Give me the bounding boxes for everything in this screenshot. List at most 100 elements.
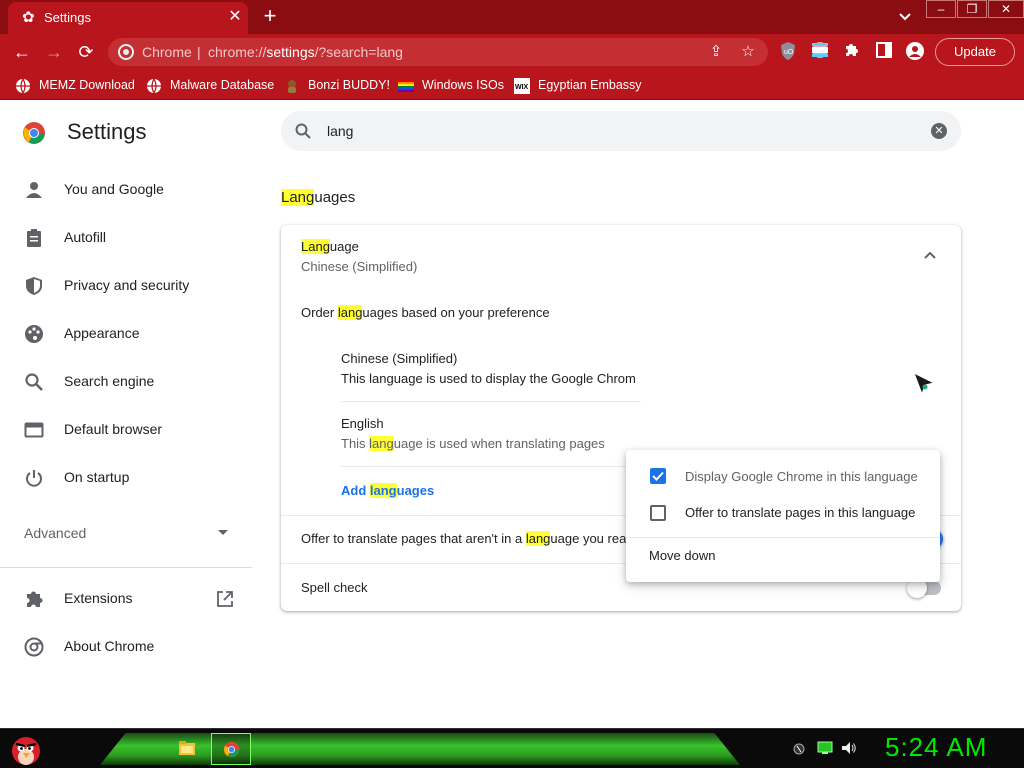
update-button[interactable]: Update xyxy=(935,38,1015,66)
tab-settings[interactable]: ✿ Settings ✕ xyxy=(8,2,248,34)
omnibox-site-label: Chrome xyxy=(142,44,192,60)
taskbar-clock[interactable]: 5:24 AM xyxy=(885,732,987,763)
omnibox-separator: | xyxy=(197,44,201,60)
display-language-checkbox[interactable] xyxy=(650,468,666,484)
offer-translate-checkbox[interactable] xyxy=(650,505,666,521)
section-title-languages: Languages xyxy=(281,189,356,206)
omnibox-url: chrome://settings/?search=lang xyxy=(208,44,403,60)
checkmark-icon xyxy=(652,471,664,481)
language-row-label: Language xyxy=(301,239,359,254)
title-bar: ✿ Settings ✕ + – ❐ ✕ xyxy=(0,0,1024,34)
globe-icon xyxy=(16,78,30,94)
sidebar-item-label: Autofill xyxy=(64,229,107,245)
share-icon[interactable]: ⇪ xyxy=(706,42,726,62)
bookmark-star-icon[interactable]: ☆ xyxy=(738,42,758,62)
sidebar-item-autofill[interactable]: Autofill xyxy=(24,224,254,252)
divider xyxy=(341,401,641,402)
display-language-label: Display Google Chrome in this language xyxy=(685,469,918,484)
sidebar-item-search-engine[interactable]: Search engine xyxy=(24,368,254,396)
sidebar-item-on-startup[interactable]: On startup xyxy=(24,464,254,492)
sidebar-item-extensions[interactable]: Extensions xyxy=(24,585,254,613)
sidebar-item-label: Appearance xyxy=(64,325,140,341)
taskbar-chrome-button[interactable] xyxy=(211,733,251,765)
bookmark-memz[interactable]: MEMZ Download xyxy=(15,77,135,95)
back-button[interactable]: ← xyxy=(10,40,34,64)
settings-page: Settings lang ✕ You and Google Autofill … xyxy=(0,101,1024,728)
search-icon xyxy=(295,123,311,139)
bookmarks-bar: MEMZ Download Malware Database Bonzi BUD… xyxy=(0,70,1024,100)
spell-check-label: Spell check xyxy=(301,580,368,595)
file-explorer-icon[interactable] xyxy=(178,739,196,757)
bookmark-bonzi-buddy[interactable]: Bonzi BUDDY! xyxy=(284,77,390,95)
chrome-icon xyxy=(223,741,240,758)
chevron-up-icon[interactable] xyxy=(924,251,936,259)
sidebar-item-about-chrome[interactable]: About Chrome xyxy=(24,633,254,661)
sidebar-item-you-and-google[interactable]: You and Google xyxy=(24,176,254,204)
sidebar-item-appearance[interactable]: Appearance xyxy=(24,320,254,348)
language-entry-name: English xyxy=(341,416,384,431)
address-bar[interactable]: Chrome | chrome://settings/?search=lang … xyxy=(108,38,768,66)
add-languages-button[interactable]: Add languages xyxy=(341,483,434,498)
tab-close-icon[interactable]: ✕ xyxy=(226,8,244,26)
restore-button[interactable]: ❐ xyxy=(957,0,987,18)
bookmark-windows-isos[interactable]: Windows ISOs xyxy=(398,77,504,95)
clear-search-icon[interactable]: ✕ xyxy=(931,123,947,139)
sidebar-advanced-label: Advanced xyxy=(24,525,87,541)
shield-icon xyxy=(26,277,42,295)
window-controls: – ❐ ✕ xyxy=(926,0,1024,18)
sidebar-item-privacy-and-security[interactable]: Privacy and security xyxy=(24,272,254,300)
forward-button[interactable]: → xyxy=(42,40,66,64)
offer-translate-label: Offer to translate pages in this languag… xyxy=(685,505,916,520)
network-icon[interactable] xyxy=(817,741,833,755)
sidebar-item-label: On startup xyxy=(64,469,130,485)
sidebar-advanced[interactable]: Advanced xyxy=(24,520,254,548)
angry-bird-start-icon[interactable] xyxy=(6,731,46,767)
sidebar-item-label: Extensions xyxy=(64,590,133,606)
caret-down-icon xyxy=(218,530,228,535)
language-options-menu: Display Google Chrome in this language O… xyxy=(626,450,940,582)
tab-search-button[interactable] xyxy=(893,6,917,26)
profile-avatar-icon[interactable] xyxy=(905,41,925,61)
clipboard-icon xyxy=(27,229,41,247)
sidebar-divider xyxy=(0,567,252,568)
settings-search-input[interactable]: lang ✕ xyxy=(281,111,961,151)
volume-icon[interactable] xyxy=(841,741,857,755)
chrome-icon xyxy=(24,637,44,657)
bookmark-malware-database[interactable]: Malware Database xyxy=(146,77,274,95)
tab-title: Settings xyxy=(44,10,91,25)
puzzle-icon xyxy=(27,591,43,607)
toolbar: ← → ⟳ Chrome | chrome://settings/?search… xyxy=(0,34,1024,70)
svg-text:uO: uO xyxy=(784,49,794,56)
current-language: Chinese (Simplified) xyxy=(301,259,418,274)
page-title: Settings xyxy=(67,119,147,144)
chrome-logo-icon xyxy=(23,122,45,144)
bookmark-egyptian-embassy[interactable]: WIX Egyptian Embassy xyxy=(514,77,642,95)
ublock-icon[interactable]: uO xyxy=(778,41,798,61)
minimize-button[interactable]: – xyxy=(926,0,956,18)
rainbow-flag-icon xyxy=(398,79,414,92)
sidebar-item-label: You and Google xyxy=(64,181,164,197)
language-entry-description: This language is used to display the Goo… xyxy=(341,371,636,386)
tray-indicator-icon[interactable] xyxy=(793,743,805,755)
bonzi-icon xyxy=(288,79,296,93)
search-input-value: lang xyxy=(327,123,354,139)
sidebar-item-label: Search engine xyxy=(64,373,155,389)
sidebar-item-label: Default browser xyxy=(64,421,163,437)
reload-button[interactable]: ⟳ xyxy=(74,40,98,64)
wix-icon: WIX xyxy=(514,77,530,94)
move-down-menu-item[interactable]: Move down xyxy=(649,548,715,563)
divider xyxy=(341,466,641,467)
spell-check-toggle[interactable] xyxy=(907,578,941,598)
puzzle-icon[interactable] xyxy=(842,41,862,61)
sidebar-item-default-browser[interactable]: Default browser xyxy=(24,416,254,444)
language-entry-name: Chinese (Simplified) xyxy=(341,351,458,366)
browser-icon xyxy=(24,422,44,438)
new-tab-button[interactable]: + xyxy=(258,5,282,27)
taskbar: 5:24 AM xyxy=(0,728,1024,768)
trans-flag-extension-icon[interactable] xyxy=(810,41,830,61)
close-window-button[interactable]: ✕ xyxy=(988,0,1024,18)
side-panel-icon[interactable] xyxy=(874,41,894,61)
person-icon xyxy=(26,182,42,198)
language-entry-description: This language is used when translating p… xyxy=(341,436,605,451)
mouse-cursor-icon xyxy=(913,371,936,396)
